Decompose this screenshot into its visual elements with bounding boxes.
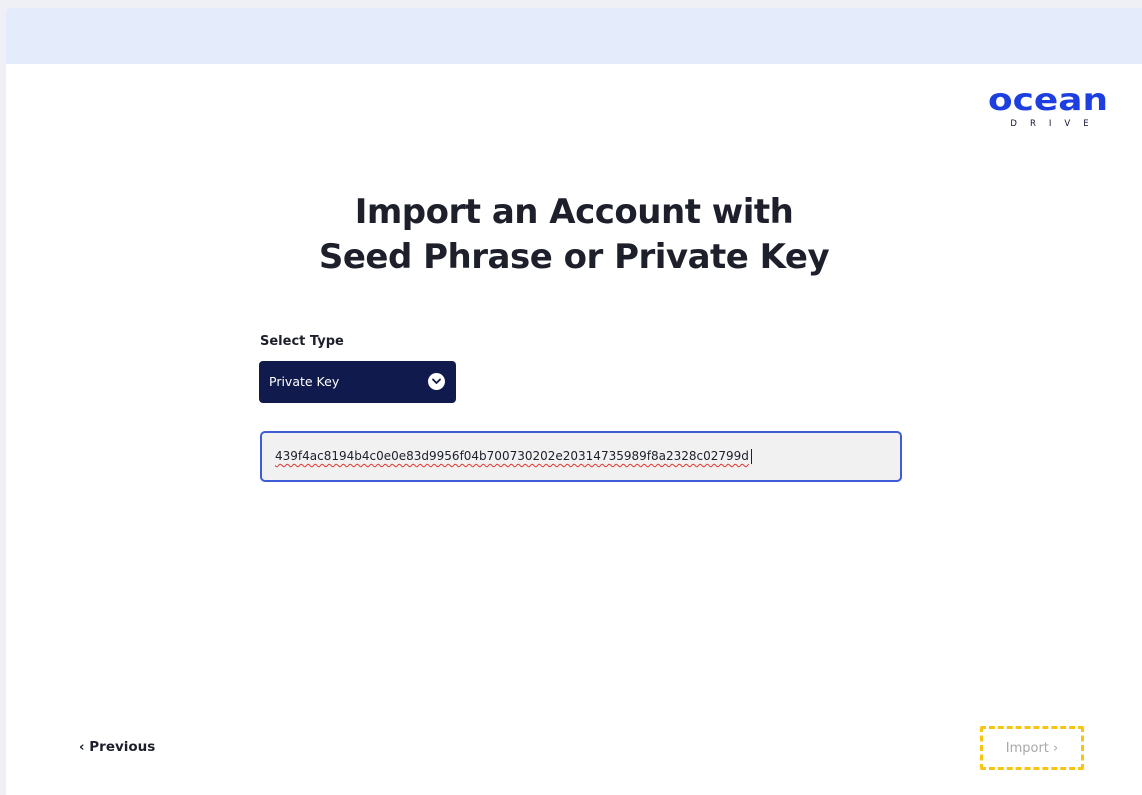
type-dropdown-value: Private Key — [269, 374, 340, 389]
text-caret — [751, 449, 752, 464]
ocean-logo-wordmark: ocean — [988, 86, 1108, 116]
logo-text: ocean — [988, 86, 1108, 116]
select-type-label: Select Type — [260, 334, 344, 349]
private-key-input[interactable]: 439f4ac8194b4c0e0e83d9956f04b700730202e2… — [260, 431, 902, 482]
private-key-value: 439f4ac8194b4c0e0e83d9956f04b700730202e2… — [275, 449, 749, 463]
logo-tagline: DRIVE — [1010, 119, 1102, 129]
import-button-label: Import › — [1005, 741, 1059, 756]
app-window: ocean DRIVE Import an Account with Seed … — [6, 8, 1142, 795]
chevron-down-icon — [428, 373, 445, 390]
previous-button[interactable]: ‹ Previous — [79, 739, 155, 755]
page-title-line2: Seed Phrase or Private Key — [318, 237, 830, 277]
import-button[interactable]: Import › — [980, 726, 1084, 770]
type-dropdown[interactable]: Private Key — [259, 361, 456, 403]
ocean-drive-logo: ocean DRIVE — [988, 86, 1110, 132]
page-title: Import an Account with Seed Phrase or Pr… — [6, 190, 1142, 280]
page-title-line1: Import an Account with — [354, 192, 794, 232]
top-banner — [6, 8, 1142, 64]
